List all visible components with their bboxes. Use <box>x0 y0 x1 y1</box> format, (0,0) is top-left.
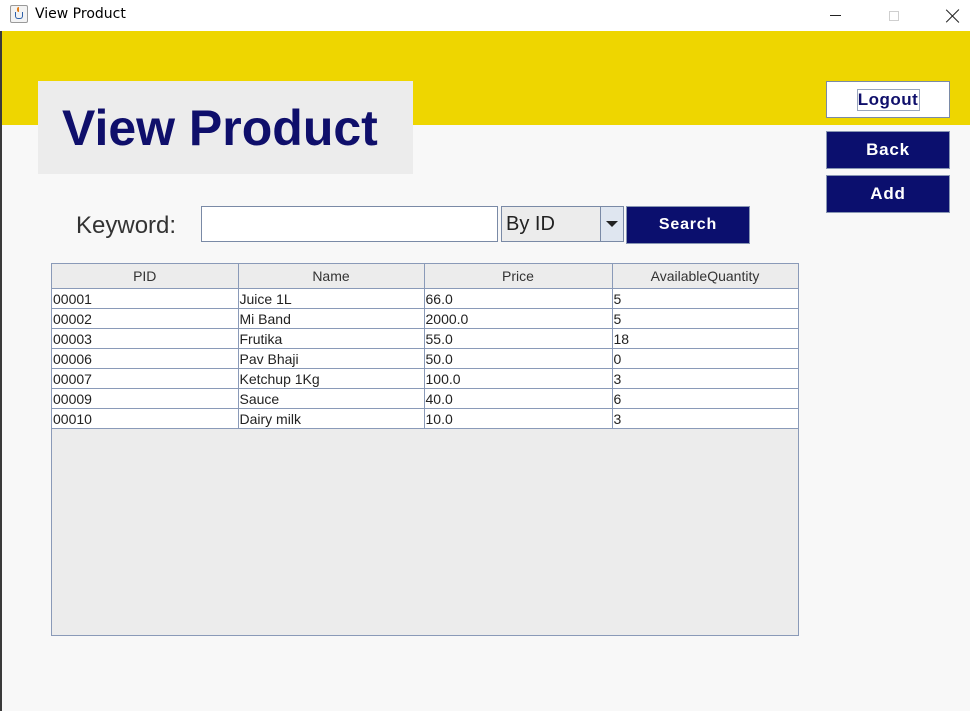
dropdown-arrow-button[interactable] <box>600 207 623 241</box>
table-cell[interactable]: 5 <box>612 288 799 309</box>
table-cell[interactable]: 40.0 <box>424 388 613 409</box>
table-cell[interactable]: 5 <box>612 308 799 329</box>
table-cell[interactable]: 18 <box>612 328 799 349</box>
table-cell[interactable]: 50.0 <box>424 348 613 369</box>
table-cell[interactable]: 00007 <box>52 368 239 389</box>
search-button[interactable]: Search <box>626 206 750 244</box>
table-row[interactable]: 00010 Dairy milk 10.0 3 <box>52 408 799 429</box>
table-cell[interactable]: 00001 <box>52 288 239 309</box>
page-title: View Product <box>62 100 378 156</box>
table-cell[interactable]: 6 <box>612 388 799 409</box>
table-cell[interactable]: Dairy milk <box>238 408 425 429</box>
add-button[interactable]: Add <box>826 175 950 213</box>
table-cell[interactable]: 00002 <box>52 308 239 329</box>
table-cell[interactable]: 3 <box>612 368 799 389</box>
table-cell[interactable]: 55.0 <box>424 328 613 349</box>
column-header-name[interactable]: Name <box>238 264 425 289</box>
table-cell[interactable]: Sauce <box>238 388 425 409</box>
table-cell[interactable]: 66.0 <box>424 288 613 309</box>
window-title: View Product <box>35 6 126 22</box>
table-cell[interactable]: 00010 <box>52 408 239 429</box>
table-cell[interactable]: Ketchup 1Kg <box>238 368 425 389</box>
logout-button-label: Logout <box>857 89 919 109</box>
keyword-label: Keyword: <box>76 212 177 239</box>
view-product-window: View Product View Product Logout Back Ad… <box>0 0 970 711</box>
maximize-button[interactable] <box>871 0 917 31</box>
keyword-input[interactable] <box>201 206 498 242</box>
java-coffee-cup-icon <box>10 5 28 23</box>
table-cell[interactable]: Frutika <box>238 328 425 349</box>
column-header-available-quantity[interactable]: AvailableQuantity <box>612 264 799 289</box>
table-row[interactable]: 00002 Mi Band 2000.0 5 <box>52 308 799 329</box>
product-grid: PID Name Price AvailableQuantity 00001 J… <box>52 264 799 429</box>
logout-button[interactable]: Logout <box>826 81 950 118</box>
table-cell[interactable]: 0 <box>612 348 799 369</box>
chevron-down-icon <box>606 221 618 227</box>
table-cell[interactable]: 100.0 <box>424 368 613 389</box>
table-cell[interactable]: 00006 <box>52 348 239 369</box>
table-cell[interactable]: Pav Bhaji <box>238 348 425 369</box>
minimize-icon <box>829 15 841 16</box>
table-cell[interactable]: Mi Band <box>238 308 425 329</box>
maximize-icon <box>889 10 899 21</box>
product-table[interactable]: PID Name Price AvailableQuantity 00001 J… <box>51 263 799 636</box>
table-cell[interactable]: 00009 <box>52 388 239 409</box>
table-header-row: PID Name Price AvailableQuantity <box>52 264 799 289</box>
table-row[interactable]: 00003 Frutika 55.0 18 <box>52 328 799 349</box>
search-filter-select[interactable]: By ID <box>501 206 624 242</box>
table-row[interactable]: 00009 Sauce 40.0 6 <box>52 388 799 409</box>
column-header-price[interactable]: Price <box>424 264 613 289</box>
table-cell[interactable]: 10.0 <box>424 408 613 429</box>
table-cell[interactable]: 2000.0 <box>424 308 613 329</box>
column-header-pid[interactable]: PID <box>52 264 239 289</box>
table-cell[interactable]: 00003 <box>52 328 239 349</box>
title-bar: View Product <box>0 0 970 31</box>
table-cell[interactable]: Juice 1L <box>238 288 425 309</box>
table-row[interactable]: 00001 Juice 1L 66.0 5 <box>52 288 799 309</box>
table-cell[interactable]: 3 <box>612 408 799 429</box>
close-button[interactable] <box>930 0 970 31</box>
search-filter-value: By ID <box>506 213 555 235</box>
window-edge <box>0 31 2 711</box>
minimize-button[interactable] <box>812 0 858 31</box>
back-button[interactable]: Back <box>826 131 950 169</box>
table-row[interactable]: 00007 Ketchup 1Kg 100.0 3 <box>52 368 799 389</box>
table-row[interactable]: 00006 Pav Bhaji 50.0 0 <box>52 348 799 369</box>
close-icon <box>946 9 960 23</box>
